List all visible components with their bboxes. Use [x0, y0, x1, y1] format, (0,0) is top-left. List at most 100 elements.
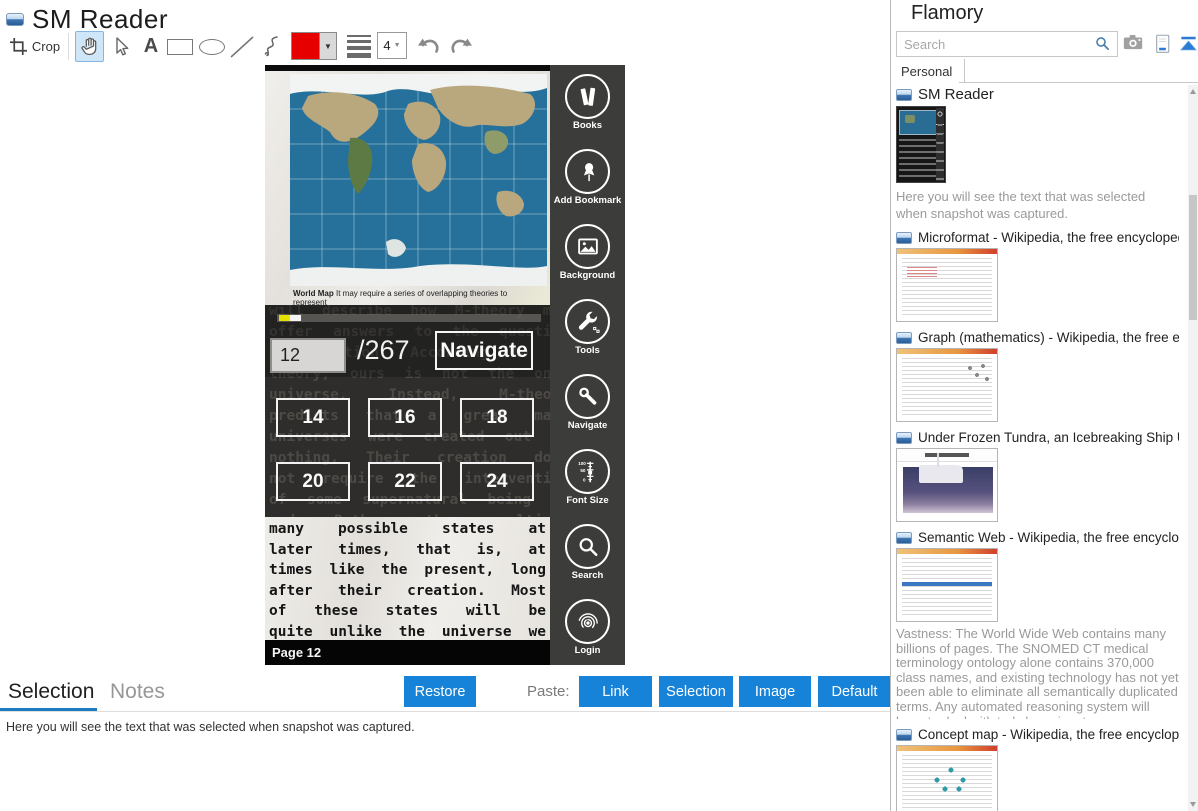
- ellipse-icon: [199, 39, 225, 55]
- list-item-sm-reader[interactable]: SM Reader Here you will see the text tha…: [896, 86, 1179, 222]
- color-picker[interactable]: ▼: [291, 32, 337, 60]
- text-tool-button[interactable]: A: [139, 31, 163, 62]
- reading-progress-bar[interactable]: [277, 314, 541, 322]
- flamory-item-icon: [896, 729, 912, 741]
- redo-button[interactable]: [447, 31, 475, 62]
- page-status-bar: Page 12: [265, 640, 550, 665]
- list-item-microformat[interactable]: Microformat - Wikipedia, the free encycl…: [896, 230, 1179, 322]
- scrollbar-thumb[interactable]: [1189, 195, 1197, 320]
- scroll-up-icon[interactable]: [1190, 89, 1196, 94]
- background-icon: [575, 234, 601, 260]
- line-tool-button[interactable]: [228, 31, 256, 62]
- menu-item-navigate[interactable]: Navigate: [550, 365, 625, 440]
- crop-button[interactable]: Crop: [6, 31, 64, 62]
- rectangle-tool-button[interactable]: [165, 31, 195, 62]
- snapshot-thumbnail[interactable]: [896, 106, 946, 183]
- list-item-concept-map[interactable]: Concept map - Wikipedia, the free encycl…: [896, 727, 1179, 811]
- menu-item-background[interactable]: Background: [550, 215, 625, 290]
- paste-link-button[interactable]: Link: [579, 676, 652, 707]
- svg-text:50: 50: [580, 468, 586, 473]
- line-width-icon: [347, 35, 371, 37]
- paste-selection-button[interactable]: Selection: [659, 676, 733, 707]
- color-swatch[interactable]: [292, 33, 320, 59]
- size-value: 4: [383, 38, 390, 53]
- search-input[interactable]: [896, 31, 1118, 57]
- item-note: Here you will see the text that was sele…: [896, 188, 1179, 222]
- tools-icon: [575, 309, 601, 335]
- menu-item-search[interactable]: Search: [550, 515, 625, 590]
- page-24-button[interactable]: 24: [460, 462, 534, 501]
- menu-item-add-bookmark[interactable]: Add Bookmark: [550, 140, 625, 215]
- tab-selection[interactable]: Selection: [8, 680, 94, 704]
- flamory-item-icon: [896, 89, 912, 101]
- flamory-logo-icon: [6, 13, 24, 26]
- select-tool-button[interactable]: [108, 31, 136, 62]
- list-item-semantic-web[interactable]: Semantic Web - Wikipedia, the free encyc…: [896, 530, 1179, 719]
- navigate-button[interactable]: Navigate: [435, 331, 533, 370]
- item-title: SM Reader: [918, 86, 994, 103]
- map-caption-title: World Map: [293, 289, 334, 298]
- tab-notes[interactable]: Notes: [110, 680, 165, 704]
- page-number-input[interactable]: [270, 338, 346, 373]
- size-dropdown[interactable]: 4 ▼: [377, 32, 407, 59]
- book-text: many possible states at later times, tha…: [265, 517, 550, 640]
- tab-bottom-line: [959, 82, 1198, 83]
- flamory-item-icon: [896, 332, 912, 344]
- snapshot-thumbnail[interactable]: [896, 348, 998, 422]
- navigate-icon: [575, 384, 601, 410]
- search-icon: [575, 534, 601, 560]
- snapshot-thumbnail[interactable]: [896, 745, 998, 811]
- ellipse-tool-button[interactable]: [197, 31, 227, 62]
- note-icon[interactable]: [1154, 34, 1171, 54]
- paste-image-button[interactable]: Image: [739, 676, 811, 707]
- search-icon[interactable]: [1095, 36, 1110, 51]
- camera-snapshot-icon[interactable]: [1123, 34, 1143, 51]
- progress-segment-marker: [290, 315, 301, 321]
- item-title: Concept map - Wikipedia, the free encycl…: [918, 727, 1179, 742]
- line-width-button[interactable]: [345, 31, 373, 62]
- fingerprint-icon: [575, 609, 601, 635]
- undo-button[interactable]: [415, 31, 443, 62]
- item-title: Microformat - Wikipedia, the free encycl…: [918, 230, 1179, 245]
- pan-tool-button[interactable]: [75, 31, 104, 62]
- tab-personal[interactable]: Personal: [896, 59, 965, 83]
- snapshot-thumbnail[interactable]: [896, 248, 998, 322]
- reader-page: World Map It may require a series of ove…: [265, 65, 550, 665]
- menu-item-books[interactable]: Books: [550, 65, 625, 140]
- item-title: Graph (mathematics) - Wikipedia, the fre…: [918, 330, 1179, 345]
- redo-icon: [449, 37, 473, 57]
- books-icon: [575, 84, 601, 110]
- sidebar-scrollbar[interactable]: [1188, 85, 1198, 811]
- menu-item-tools[interactable]: Tools: [550, 290, 625, 365]
- toolbar-separator: [68, 33, 69, 60]
- paste-default-button[interactable]: Default: [818, 676, 891, 707]
- snapshot-thumbnail[interactable]: [896, 548, 998, 622]
- size-caret-icon: ▼: [394, 42, 401, 49]
- undo-icon: [417, 37, 441, 57]
- rectangle-icon: [167, 39, 193, 55]
- color-dropdown-caret[interactable]: ▼: [320, 33, 336, 59]
- menu-item-login[interactable]: Login: [550, 590, 625, 665]
- page-22-button[interactable]: 22: [368, 462, 442, 501]
- freehand-tool-button[interactable]: [259, 31, 283, 62]
- page-shortcut-grid: 14 16 18 20 22 24: [265, 377, 550, 517]
- flamory-item-icon: [896, 432, 912, 444]
- page-navigation-panel: /267 Navigate: [265, 305, 550, 377]
- flamory-item-icon: [896, 532, 912, 544]
- restore-button[interactable]: Restore: [404, 676, 476, 707]
- page-20-button[interactable]: 20: [276, 462, 350, 501]
- snapshot-thumbnail[interactable]: [896, 448, 998, 522]
- list-item-under-frozen-tundra[interactable]: Under Frozen Tundra, an Icebreaking Ship…: [896, 430, 1179, 522]
- page-14-button[interactable]: 14: [276, 398, 350, 437]
- reader-menu-strip: Books Add Bookmark Background Tools Navi…: [550, 65, 625, 665]
- item-title: Under Frozen Tundra, an Icebreaking Ship…: [918, 430, 1179, 445]
- page-18-button[interactable]: 18: [460, 398, 534, 437]
- scroll-down-icon[interactable]: [1190, 802, 1196, 807]
- collapse-panel-icon[interactable]: [1179, 34, 1198, 53]
- cursor-icon: [112, 36, 132, 58]
- snapshot-canvas[interactable]: World Map It may require a series of ove…: [265, 65, 625, 665]
- page-16-button[interactable]: 16: [368, 398, 442, 437]
- text-tool-glyph: A: [144, 35, 158, 58]
- list-item-graph-mathematics[interactable]: Graph (mathematics) - Wikipedia, the fre…: [896, 330, 1179, 422]
- menu-item-font-size[interactable]: 100 50 0 Font Size: [550, 440, 625, 515]
